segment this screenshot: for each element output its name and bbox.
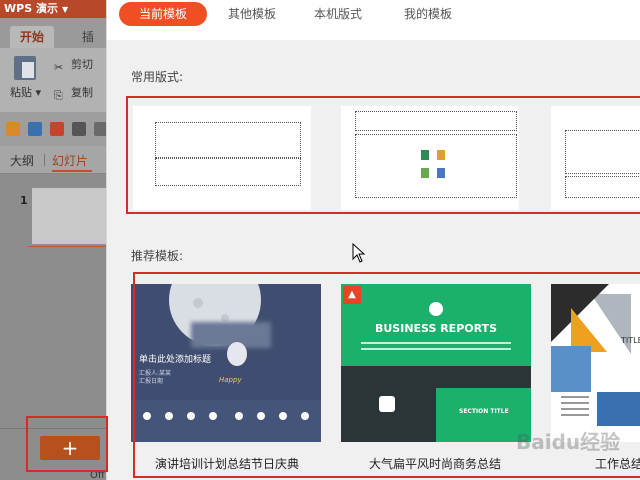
template-tab-bar: 当前模板 其他模板 本机版式 我的模板 bbox=[107, 0, 640, 40]
open-folder-icon[interactable] bbox=[6, 122, 20, 136]
wps-app-window: WPS 演示▼ 开始 插入 粘贴 ▾ ✂剪切 ⎘复制 大纲 幻灯片 1 + Of… bbox=[0, 0, 106, 480]
recommended-templates-title: 推荐模板: bbox=[131, 249, 184, 263]
app-title-bar[interactable]: WPS 演示 ▼ bbox=[0, 0, 106, 18]
copy-label: 复制 bbox=[71, 86, 93, 99]
watermark: Baidu经验 bbox=[516, 430, 621, 454]
scissors-icon: ✂ bbox=[54, 61, 64, 74]
insert-position-line bbox=[28, 246, 106, 247]
print-icon[interactable] bbox=[72, 122, 86, 136]
cut-button[interactable]: ✂ 剪切 bbox=[54, 56, 93, 75]
paste-label: 粘贴 bbox=[10, 86, 32, 99]
tab-local-layouts[interactable]: 本机版式 bbox=[303, 2, 373, 26]
tab-divider bbox=[44, 154, 45, 166]
slide-thumbnail[interactable] bbox=[32, 188, 106, 244]
quick-access-toolbar bbox=[0, 112, 106, 146]
paste-button[interactable]: 粘贴 ▾ bbox=[10, 84, 41, 100]
highlight-box bbox=[26, 416, 108, 472]
common-layouts-title: 常用版式: bbox=[131, 70, 184, 84]
ribbon-toolbar: 粘贴 ▾ ✂ 剪切 ⎘ 复制 bbox=[0, 48, 106, 112]
tab-my-templates[interactable]: 我的模板 bbox=[393, 2, 463, 26]
tab-slides[interactable]: 幻灯片 bbox=[52, 152, 88, 169]
slide-number: 1 bbox=[20, 194, 28, 207]
tab-outline[interactable]: 大纲 bbox=[10, 152, 34, 169]
chevron-down-icon[interactable]: ▼ bbox=[62, 5, 68, 14]
tab-other-templates[interactable]: 其他模板 bbox=[217, 2, 287, 26]
app-title: WPS 演示 bbox=[4, 2, 58, 15]
copy-icon: ⎘ bbox=[54, 89, 63, 102]
ribbon-tab-bar: 开始 插入 bbox=[0, 18, 106, 66]
save-icon[interactable] bbox=[28, 122, 42, 136]
export-pdf-icon[interactable] bbox=[50, 122, 64, 136]
copy-button[interactable]: ⎘ 复制 bbox=[54, 84, 93, 103]
cut-label: 剪切 bbox=[71, 58, 93, 71]
paste-icon[interactable] bbox=[14, 56, 36, 80]
mouse-cursor-icon bbox=[352, 243, 366, 263]
tab-current-template[interactable]: 当前模板 bbox=[119, 2, 207, 26]
highlight-box bbox=[126, 96, 640, 214]
view-tab-bar: 大纲 幻灯片 bbox=[0, 146, 106, 174]
tab-insert[interactable]: 插入 bbox=[72, 26, 106, 66]
tab-start[interactable]: 开始 bbox=[10, 26, 55, 48]
preview-icon[interactable] bbox=[94, 122, 106, 136]
active-tab-indicator bbox=[52, 170, 92, 172]
